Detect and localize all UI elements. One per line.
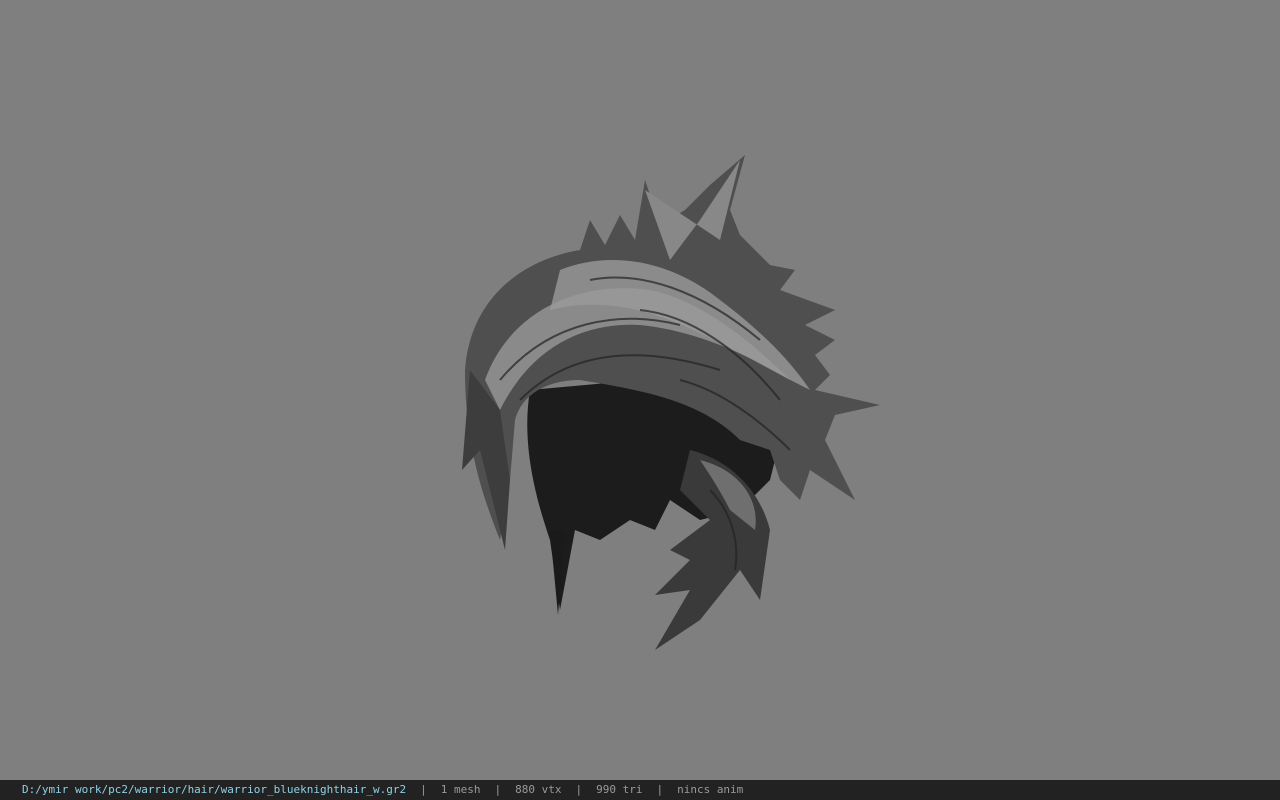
status-separator: |: [420, 783, 427, 796]
status-bar: D:/ymir work/pc2/warrior/hair/warrior_bl…: [0, 780, 1280, 800]
animation-status: nincs anim: [677, 783, 744, 796]
triangle-count: 990 tri: [596, 783, 643, 796]
file-path: D:/ymir work/pc2/warrior/hair/warrior_bl…: [22, 783, 407, 796]
3d-viewport[interactable]: [0, 0, 1280, 780]
vertex-count: 880 vtx: [515, 783, 562, 796]
hair-model[interactable]: [440, 150, 900, 660]
status-separator: |: [656, 783, 664, 796]
status-separator: |: [575, 783, 583, 796]
mesh-count: 1 mesh: [440, 783, 481, 796]
status-separator: |: [494, 783, 502, 796]
